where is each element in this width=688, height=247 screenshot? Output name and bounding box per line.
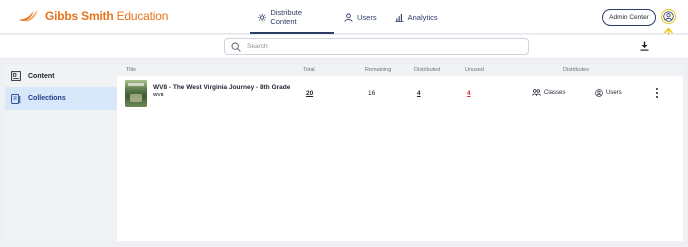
admin-center-button[interactable]: Admin Center <box>602 9 656 26</box>
classes-icon <box>532 89 541 96</box>
sidebar-item-label: Content <box>28 72 55 80</box>
column-header-remaining[interactable]: Remaining <box>365 67 391 73</box>
sidebar-item-label: Collections <box>28 95 66 102</box>
brand-logo[interactable]: Gibbs Smith Education <box>18 9 168 23</box>
brand-mark-icon <box>19 10 38 22</box>
distribute-to-users[interactable]: Users <box>595 89 622 97</box>
nav-label: Analytics <box>407 12 438 22</box>
top-header: Gibbs Smith Education Distribute Content <box>0 0 688 34</box>
table-row[interactable]: WV8 - The West Virginia Journey - 8th Gr… <box>117 76 683 109</box>
nav-users[interactable]: Users <box>336 0 385 34</box>
user-circle-icon <box>595 89 603 97</box>
sidebar-item-content[interactable]: Content <box>5 65 117 87</box>
account-button[interactable] <box>661 9 676 24</box>
nav-label: Distribute Content <box>270 8 303 26</box>
total-count-link[interactable]: 20 <box>306 90 313 97</box>
distributed-count-link[interactable]: 4 <box>417 90 421 97</box>
collection-title[interactable]: WV8 - The West Virginia Journey - 8th Gr… <box>153 84 290 91</box>
user-icon <box>344 13 353 22</box>
column-header-unused[interactable]: Unused <box>465 67 484 73</box>
row-more-menu-icon[interactable] <box>653 86 661 100</box>
kebab-dot <box>656 92 658 94</box>
nav-distribute-content[interactable]: Distribute Content <box>250 0 334 34</box>
kebab-dot <box>656 88 658 90</box>
search-input[interactable] <box>247 43 507 50</box>
main-nav: Distribute Content Users Analytics <box>250 0 446 34</box>
nav-analytics[interactable]: Analytics <box>387 0 446 34</box>
search-bar-row <box>0 35 688 59</box>
search-icon <box>231 42 241 52</box>
download-icon[interactable] <box>640 41 649 51</box>
collection-code: WV8 <box>153 93 164 98</box>
brand-name: Gibbs Smith Education <box>45 9 169 23</box>
app-frame: Gibbs Smith Education Distribute Content <box>0 0 688 247</box>
nav-label: Users <box>357 12 377 22</box>
column-header-distributes: Distributes <box>563 67 589 73</box>
content-icon <box>11 71 21 81</box>
column-header-title[interactable]: Title <box>126 67 136 73</box>
sun-icon <box>258 13 267 21</box>
collections-icon <box>11 93 21 104</box>
column-header-total[interactable]: Total <box>303 67 315 73</box>
distribute-users-label: Users <box>606 90 622 96</box>
unused-count-link[interactable]: 4 <box>467 90 471 97</box>
distribute-classes-label: Classes <box>544 90 566 96</box>
bar-chart-icon <box>395 13 404 22</box>
kebab-dot <box>656 96 658 98</box>
sidebar: Content Collections <box>5 65 117 241</box>
collections-table: Title Total Remaining Distributed Unused… <box>117 65 683 241</box>
remaining-count: 16 <box>368 90 376 97</box>
account-circle-icon <box>663 11 674 22</box>
search-box <box>224 38 529 55</box>
sidebar-item-collections[interactable]: Collections <box>5 87 117 110</box>
collection-cover-image[interactable] <box>125 80 147 107</box>
table-header: Title Total Remaining Distributed Unused… <box>117 65 683 76</box>
distribute-to-classes[interactable]: Classes <box>532 89 565 97</box>
column-header-distributed[interactable]: Distributed <box>414 67 440 73</box>
